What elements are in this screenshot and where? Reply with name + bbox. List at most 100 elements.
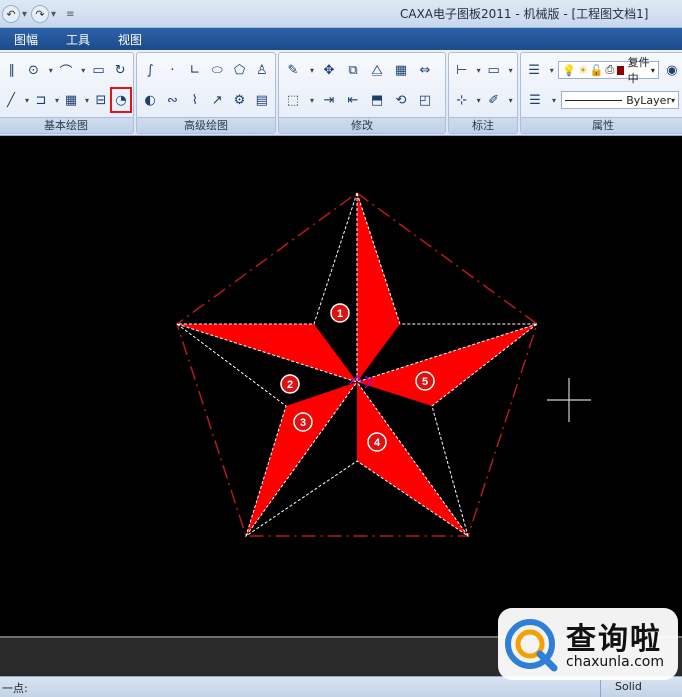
break-tool-icon[interactable]: ⇤ bbox=[343, 90, 363, 110]
layer-combo[interactable]: 💡 ☀ 🔓 ⎙ 复件中 ▾ bbox=[558, 56, 659, 85]
text-tool-icon[interactable]: ▭ bbox=[485, 60, 502, 80]
line-tool-icon[interactable]: ╱ bbox=[3, 90, 19, 110]
block-insert-icon[interactable]: ♙ bbox=[253, 60, 271, 80]
menu-bar: 图幅 工具 视图 bbox=[0, 28, 682, 50]
undo-icon[interactable]: ↶ bbox=[2, 5, 20, 23]
layer-manager-icon[interactable]: ☰ bbox=[525, 60, 543, 80]
gear-tool-icon[interactable]: ⚙ bbox=[230, 90, 248, 110]
badge-2: 2 bbox=[280, 374, 300, 394]
arrow-tool-icon[interactable]: ↗ bbox=[208, 90, 226, 110]
mirror-tool-icon[interactable]: ⧋ bbox=[367, 60, 387, 80]
polyline-dropdown-icon[interactable]: ▾ bbox=[53, 90, 61, 110]
rotate-tool-icon[interactable]: ⟲ bbox=[391, 90, 411, 110]
arc-ellipse-tool-icon[interactable]: ◔ bbox=[110, 87, 132, 113]
trim-tool-icon[interactable]: ⬚ bbox=[283, 90, 303, 110]
hatch-dropdown-icon[interactable]: ▾ bbox=[83, 90, 91, 110]
array-tool-icon[interactable]: ▦ bbox=[391, 60, 411, 80]
annotate-row-1: ⊢ ▾ ▭ ▾ bbox=[449, 59, 517, 81]
drawing-canvas[interactable]: 1 2 3 4 5 bbox=[0, 136, 682, 636]
polygon-tool-icon[interactable]: ⬠ bbox=[230, 60, 248, 80]
layer-bulb-icon: 💡 bbox=[562, 63, 576, 77]
advanced-draw-row-2: ◐ ∾ ⌇ ↗ ⚙ ▤ bbox=[137, 89, 275, 111]
layer-lock-icon: 🔓 bbox=[589, 63, 604, 77]
modify-row-2: ⬚ ▾ ⇥ ⇤ ⬒ ⟲ ◰ bbox=[279, 89, 445, 111]
circle-dropdown-icon[interactable]: ▾ bbox=[46, 60, 55, 80]
dimension-dropdown-icon[interactable]: ▾ bbox=[474, 60, 483, 80]
layer-manager-dropdown-icon[interactable]: ▾ bbox=[547, 60, 556, 80]
line-dropdown-icon[interactable]: ▾ bbox=[23, 90, 31, 110]
quick-access-toolbar: ↶ ▾ ↷ ▾ ≡ bbox=[0, 4, 76, 24]
menu-item-view[interactable]: 视图 bbox=[118, 31, 142, 48]
copy-tool-icon[interactable]: ⧉ bbox=[343, 60, 363, 80]
layer-extra-icon[interactable]: ◉ bbox=[663, 60, 681, 80]
linetype-sample-line bbox=[565, 99, 623, 101]
lineweight-icon[interactable]: ☰ bbox=[525, 90, 545, 110]
edit-dropdown-icon[interactable]: ▾ bbox=[506, 90, 515, 110]
erase-dropdown-icon[interactable]: ▾ bbox=[307, 60, 317, 80]
ribbon-group-annotate: ⊢ ▾ ▭ ▾ ⊹ ▾ ✐ ▾ 标注 bbox=[448, 52, 518, 134]
caxa-app-window: ↶ ▾ ↷ ▾ ≡ CAXA电子图板2011 - 机械版 - [工程图文档1] … bbox=[0, 0, 682, 697]
svg-text:1: 1 bbox=[337, 308, 343, 320]
badge-3: 3 bbox=[293, 412, 313, 432]
coordinate-tool-icon[interactable]: ⊹ bbox=[453, 90, 470, 110]
trim-dropdown-icon[interactable]: ▾ bbox=[307, 90, 317, 110]
extend-tool-icon[interactable]: ⇥ bbox=[319, 90, 339, 110]
properties-row-1: ☰ ▾ 💡 ☀ 🔓 ⎙ 复件中 ▾ ◉ bbox=[521, 56, 682, 85]
table-tool-icon[interactable]: ▤ bbox=[253, 90, 271, 110]
wave-line-icon[interactable]: ∾ bbox=[163, 90, 181, 110]
svg-text:3: 3 bbox=[300, 417, 306, 429]
star-arm-top-right bbox=[357, 193, 400, 382]
layer-name: 复件中 bbox=[627, 56, 650, 85]
edit-annotation-icon[interactable]: ✐ bbox=[485, 90, 502, 110]
customize-qat-icon[interactable]: ≡ bbox=[66, 9, 74, 20]
advanced-draw-label: 高级绘图 bbox=[137, 117, 275, 133]
scale-tool-icon[interactable]: ⬒ bbox=[367, 90, 387, 110]
ribbon-group-advanced-draw: ∫ · ∟ ⬭ ⬠ ♙ ◐ ∾ ⌇ ↗ ⚙ ▤ 高级绘图 bbox=[136, 52, 276, 134]
status-linestyle[interactable]: Solid bbox=[600, 677, 682, 697]
linetype-combo[interactable]: ByLayer ▾ bbox=[561, 91, 679, 109]
curve-tool-icon[interactable]: ∫ bbox=[141, 60, 159, 80]
parallel-line-icon[interactable]: ∥ bbox=[3, 60, 21, 80]
redo-icon[interactable]: ↷ bbox=[31, 5, 50, 23]
break-line-icon[interactable]: ⌇ bbox=[186, 90, 204, 110]
ribbon-group-properties: ☰ ▾ 💡 ☀ 🔓 ⎙ 复件中 ▾ ◉ ☰ ▾ ByLayer ▾ 属性 bbox=[520, 52, 682, 134]
dimension-tool-icon[interactable]: ⊢ bbox=[453, 60, 470, 80]
hole-tool-icon[interactable]: ◐ bbox=[141, 90, 159, 110]
arc-dropdown-icon[interactable]: ▾ bbox=[79, 60, 88, 80]
svg-text:5: 5 bbox=[422, 376, 428, 388]
rectangle-tool-icon[interactable]: ▭ bbox=[90, 60, 108, 80]
erase-tool-icon[interactable]: ✎ bbox=[283, 60, 303, 80]
text-dropdown-icon[interactable]: ▾ bbox=[506, 60, 515, 80]
ribbon: ∥ ⊙ ▾ ⌒ ▾ ▭ ↻ ╱ ▾ ⊐ ▾ ▦ ▾ ⊟ ◔ 基本绘图 ∫ · ∟… bbox=[0, 50, 682, 136]
badge-5: 5 bbox=[415, 371, 435, 391]
ellipse-tool-icon[interactable]: ⬭ bbox=[208, 60, 226, 80]
svg-text:2: 2 bbox=[287, 379, 293, 391]
drawing-svg: 1 2 3 4 5 bbox=[175, 192, 591, 538]
properties-row-2: ☰ ▾ ByLayer ▾ bbox=[521, 89, 682, 111]
circle-tool-icon[interactable]: ⊙ bbox=[25, 60, 43, 80]
basic-draw-row-1: ∥ ⊙ ▾ ⌒ ▾ ▭ ↻ bbox=[0, 59, 133, 81]
hatch-tool-icon[interactable]: ▦ bbox=[63, 90, 79, 110]
lineweight-dropdown-icon[interactable]: ▾ bbox=[549, 90, 559, 110]
redo-dropdown-icon[interactable]: ▾ bbox=[51, 9, 56, 20]
menu-item-tools[interactable]: 工具 bbox=[66, 31, 90, 48]
status-prompt: 一点: bbox=[2, 682, 28, 695]
arc-tool-icon[interactable]: ⌒ bbox=[57, 60, 75, 80]
undo-dropdown-icon[interactable]: ▾ bbox=[22, 9, 27, 20]
move-tool-icon[interactable]: ✥ bbox=[319, 60, 339, 80]
spline-tool-icon[interactable]: ↻ bbox=[111, 60, 129, 80]
watermark-chinese-text: 查询啦 bbox=[566, 622, 662, 657]
coordinate-dropdown-icon[interactable]: ▾ bbox=[474, 90, 483, 110]
point-tool-icon[interactable]: · bbox=[163, 60, 181, 80]
angle-line-icon[interactable]: ∟ bbox=[186, 60, 204, 80]
layer-combo-chevron-icon: ▾ bbox=[650, 65, 655, 75]
badge-4: 4 bbox=[367, 432, 387, 452]
centerline-tool-icon[interactable]: ⊟ bbox=[93, 90, 109, 110]
properties-label: 属性 bbox=[521, 117, 682, 133]
annotate-row-2: ⊹ ▾ ✐ ▾ bbox=[449, 89, 517, 111]
menu-item-frame[interactable]: 图幅 bbox=[14, 31, 38, 48]
fillet-tool-icon[interactable]: ◰ bbox=[415, 90, 435, 110]
polyline-tool-icon[interactable]: ⊐ bbox=[33, 90, 49, 110]
svg-text:4: 4 bbox=[374, 437, 381, 449]
stretch-tool-icon[interactable]: ⇔ bbox=[415, 60, 435, 80]
